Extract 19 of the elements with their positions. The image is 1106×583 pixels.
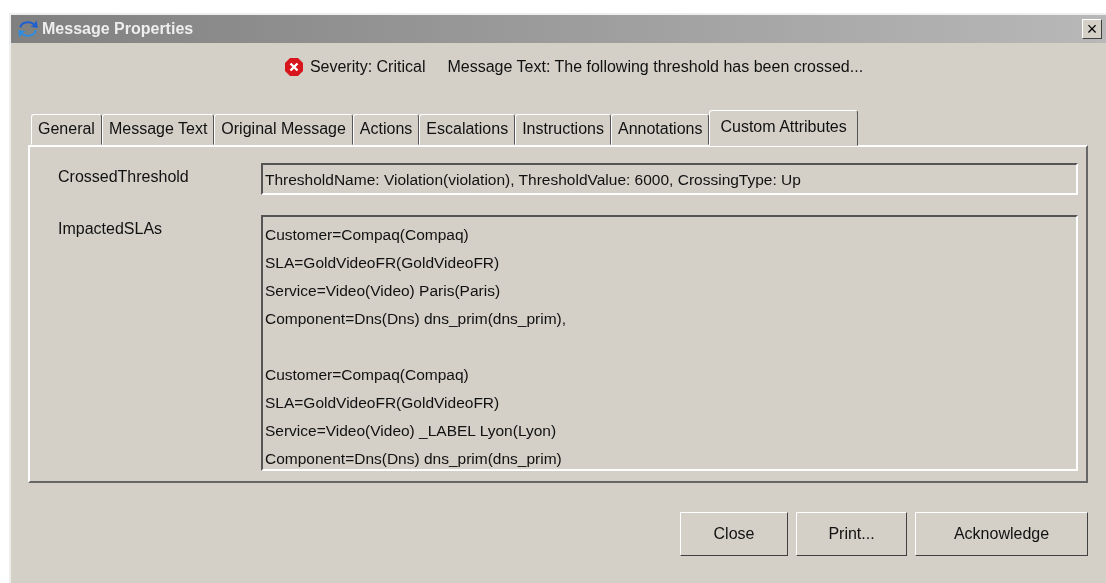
text-field[interactable]: ThresholdName: Violation(violation), ThresholdValue: 6000, CrossingType: Up xyxy=(261,163,1078,195)
window-title: Message Properties xyxy=(42,20,195,38)
severity-label: Severity: Critical xyxy=(309,58,426,76)
error-icon xyxy=(283,57,304,77)
dialog-button[interactable]: Print... xyxy=(796,512,907,556)
attribute-label: ImpactedSLAs xyxy=(58,219,164,238)
close-button[interactable]: × xyxy=(1082,19,1102,39)
dialog-button[interactable]: Acknowledge xyxy=(915,512,1088,556)
tab[interactable]: Actions xyxy=(352,114,420,145)
tab[interactable]: Instructions xyxy=(515,114,611,145)
tab[interactable]: Message Text xyxy=(101,114,215,145)
text-area[interactable]: Customer=Compaq(Compaq) SLA=GoldVideoFR(GoldVideoFR) Service=Video(Video) Paris(Paris) Component=Dns(Dns) dns_prim(dns_prim), Customer=Compaq(Compaq) SLA=GoldVideoFR(GoldVideoFR) Service=Video(Video) _LABEL Lyon(Lyon) Component=Dns(Dns) dns_prim(dns_prim) xyxy=(261,215,1078,471)
tab[interactable]: Custom Attributes xyxy=(709,110,858,146)
tab[interactable]: Escalations xyxy=(419,114,516,145)
message-text-label: Message Text: The following threshold has been crossed... xyxy=(447,58,864,76)
tab[interactable]: Original Message xyxy=(214,114,353,145)
dialog-button[interactable]: Close xyxy=(680,512,788,556)
attribute-label: CrossedThreshold xyxy=(58,167,190,186)
tab[interactable]: General xyxy=(31,114,102,145)
